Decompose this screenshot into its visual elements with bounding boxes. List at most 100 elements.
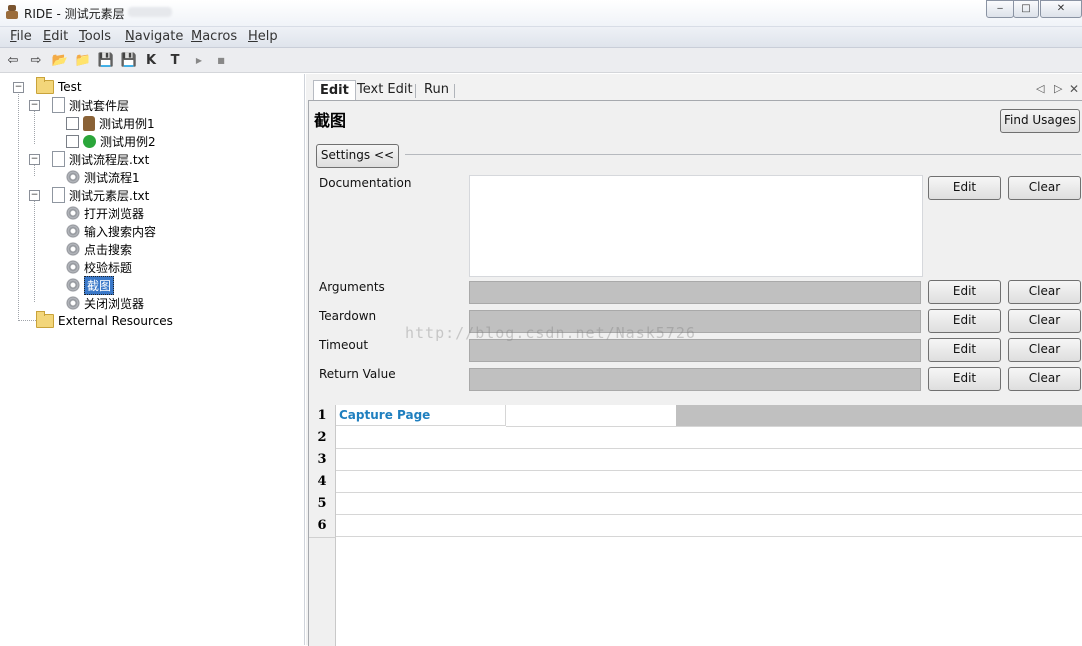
settings-toggle-button[interactable]: Settings << (316, 144, 399, 168)
row-header[interactable]: 6 (309, 515, 336, 538)
collapse-icon[interactable]: − (29, 100, 40, 111)
robot-passed-icon (83, 134, 96, 148)
grid-cell[interactable] (846, 515, 1017, 537)
documentation-field[interactable] (469, 175, 923, 277)
row-header[interactable]: 3 (309, 449, 336, 472)
open-directory-icon[interactable]: 📁 (74, 51, 92, 69)
tree-node-kw3[interactable]: 点击搜索 (66, 240, 132, 258)
collapse-icon[interactable]: − (29, 154, 40, 165)
arguments-field[interactable] (469, 281, 921, 304)
grid-cell-keyword[interactable]: Capture Page Screenshot (336, 405, 506, 443)
grid-cell[interactable] (506, 405, 677, 427)
test-checkbox[interactable] (66, 134, 79, 148)
grid-cell[interactable] (1016, 471, 1082, 493)
grid-cell[interactable] (846, 449, 1017, 471)
minimize-button[interactable]: ‒ (986, 0, 1014, 18)
grid-cell[interactable] (336, 449, 507, 471)
tree-node-kw4[interactable]: 校验标题 (66, 258, 132, 276)
grid-cell[interactable] (506, 493, 677, 515)
menu-help[interactable]: Help (248, 29, 278, 44)
tree-node-kw2[interactable]: 输入搜索内容 (66, 222, 156, 240)
timeout-field[interactable] (469, 339, 921, 362)
timeout-edit-button[interactable]: Edit (928, 338, 1001, 362)
grid-cell[interactable] (336, 515, 507, 537)
grid-cell[interactable] (1016, 449, 1082, 471)
grid-cell[interactable] (846, 427, 1017, 449)
grid-cell[interactable] (846, 493, 1017, 515)
teardown-edit-button[interactable]: Edit (928, 309, 1001, 333)
documentation-clear-button[interactable]: Clear (1008, 176, 1081, 200)
open-icon[interactable]: 📂 (51, 51, 69, 69)
tab-run[interactable]: Run (418, 80, 455, 100)
row-header[interactable]: 2 (309, 427, 336, 450)
keyword-gear-icon (66, 296, 80, 310)
forward-icon[interactable]: ⇨ (27, 51, 45, 69)
tab-scroll-right-icon[interactable]: ▷ (1054, 82, 1062, 95)
close-tab-icon[interactable]: ✕ (1069, 82, 1079, 96)
grid-cell[interactable] (506, 515, 677, 537)
row-header[interactable]: 4 (309, 471, 336, 494)
return-value-edit-button[interactable]: Edit (928, 367, 1001, 391)
return-value-field[interactable] (469, 368, 921, 391)
arguments-clear-button[interactable]: Clear (1008, 280, 1081, 304)
grid-cell[interactable] (506, 471, 677, 493)
run-icon[interactable]: ▶ (190, 51, 208, 69)
collapse-icon[interactable]: − (13, 82, 24, 93)
grid-cell[interactable] (1016, 427, 1082, 449)
folder-icon (36, 77, 54, 94)
tree-line (18, 320, 36, 321)
grid-cell[interactable] (506, 427, 677, 449)
row-header[interactable]: 1 (309, 405, 336, 428)
search-keywords-icon[interactable]: K (142, 51, 160, 69)
return-value-clear-button[interactable]: Clear (1008, 367, 1081, 391)
grid-cell[interactable] (846, 471, 1017, 493)
file-icon (52, 97, 65, 113)
menu-macros[interactable]: Macros (191, 29, 237, 44)
tab-edit[interactable]: Edit (313, 80, 356, 101)
grid-cell[interactable] (676, 449, 847, 471)
menu-navigate[interactable]: Navigate (125, 29, 183, 44)
grid-cell[interactable] (506, 449, 677, 471)
arguments-edit-button[interactable]: Edit (928, 280, 1001, 304)
save-all-icon[interactable]: 💾 (120, 51, 138, 69)
grid-cell[interactable] (1016, 515, 1082, 537)
test-checkbox[interactable] (66, 116, 79, 130)
tree-node-kw5-selected[interactable]: 截图 (66, 275, 115, 295)
back-icon[interactable]: ⇦ (4, 51, 22, 69)
tab-scroll-left-icon[interactable]: ◁ (1036, 82, 1044, 95)
tree-node-root[interactable]: Test (36, 77, 82, 96)
search-tests-icon[interactable]: T (166, 51, 184, 69)
tree-node-kw6[interactable]: 关闭浏览器 (66, 294, 144, 312)
collapse-icon[interactable]: − (29, 190, 40, 201)
teardown-clear-button[interactable]: Clear (1008, 309, 1081, 333)
save-icon[interactable]: 💾 (97, 51, 115, 69)
tree-node-case1[interactable]: 测试用例1 (66, 114, 155, 132)
grid-cell[interactable] (336, 427, 507, 449)
find-usages-button[interactable]: Find Usages (1000, 109, 1080, 133)
grid-cell[interactable] (1016, 493, 1082, 515)
menu-edit[interactable]: Edit (43, 29, 68, 44)
close-window-button[interactable]: ✕ (1040, 0, 1082, 18)
grid-cell[interactable] (336, 493, 507, 515)
tree-node-elem-file[interactable]: 测试元素层.txt (52, 186, 149, 204)
grid-cell[interactable] (676, 515, 847, 537)
row-header[interactable]: 5 (309, 493, 336, 516)
resource-file-icon (52, 187, 65, 203)
menu-file[interactable]: File (10, 29, 32, 44)
tree-node-flow1[interactable]: 测试流程1 (66, 168, 140, 186)
menu-tools[interactable]: Tools (79, 29, 111, 44)
grid-cell[interactable] (676, 493, 847, 515)
maximize-button[interactable]: □ (1013, 0, 1039, 18)
stop-icon[interactable]: ■ (212, 51, 230, 69)
tree-node-external-resources[interactable]: External Resources (36, 311, 173, 330)
timeout-clear-button[interactable]: Clear (1008, 338, 1081, 362)
tree-node-suite[interactable]: 测试套件层 (52, 96, 129, 114)
grid-cell[interactable] (676, 427, 847, 449)
documentation-edit-button[interactable]: Edit (928, 176, 1001, 200)
tree-node-case2[interactable]: 测试用例2 (66, 132, 156, 150)
tree-node-kw1[interactable]: 打开浏览器 (66, 204, 144, 222)
grid-cell[interactable] (676, 471, 847, 493)
tab-text-edit[interactable]: Text Edit (351, 80, 419, 100)
grid-cell[interactable] (336, 471, 507, 493)
tree-node-flow-file[interactable]: 测试流程层.txt (52, 150, 149, 168)
